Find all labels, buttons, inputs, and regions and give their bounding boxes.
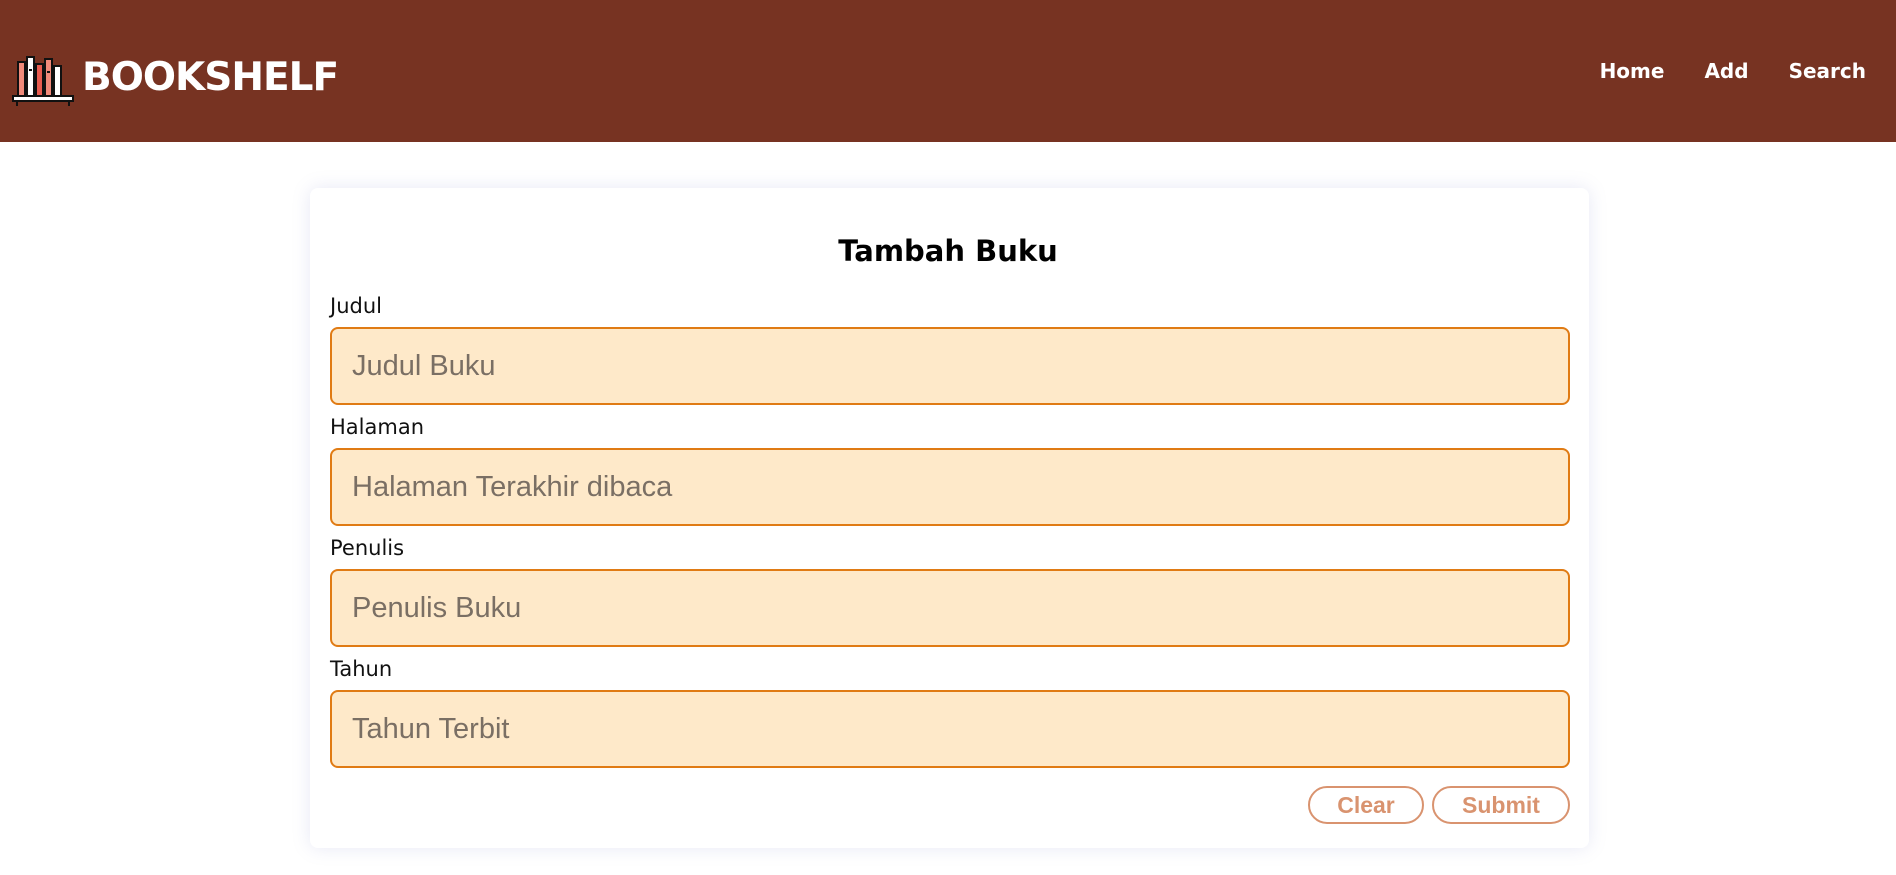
- nav-add-link[interactable]: Add: [1704, 58, 1748, 84]
- title-input[interactable]: [330, 327, 1570, 405]
- form-title: Tambah Buku: [838, 234, 1058, 268]
- pages-label: Halaman: [330, 415, 424, 439]
- bookshelf-icon: [12, 56, 74, 106]
- year-label: Tahun: [330, 657, 393, 681]
- author-label: Penulis: [330, 536, 405, 560]
- year-input[interactable]: [330, 690, 1570, 768]
- nav-home-link[interactable]: Home: [1600, 58, 1665, 84]
- brand[interactable]: BOOKSHELF: [12, 48, 339, 106]
- author-input[interactable]: [330, 569, 1570, 647]
- nav-search-link[interactable]: Search: [1789, 58, 1866, 84]
- main-nav: Home Add Search: [1560, 58, 1866, 84]
- app-header: BOOKSHELF Home Add Search: [0, 0, 1896, 142]
- pages-input[interactable]: [330, 448, 1570, 526]
- brand-title: BOOKSHELF: [82, 54, 339, 100]
- clear-button[interactable]: Clear: [1308, 786, 1424, 824]
- title-label: Judul: [330, 294, 382, 318]
- submit-button[interactable]: Submit: [1432, 786, 1570, 824]
